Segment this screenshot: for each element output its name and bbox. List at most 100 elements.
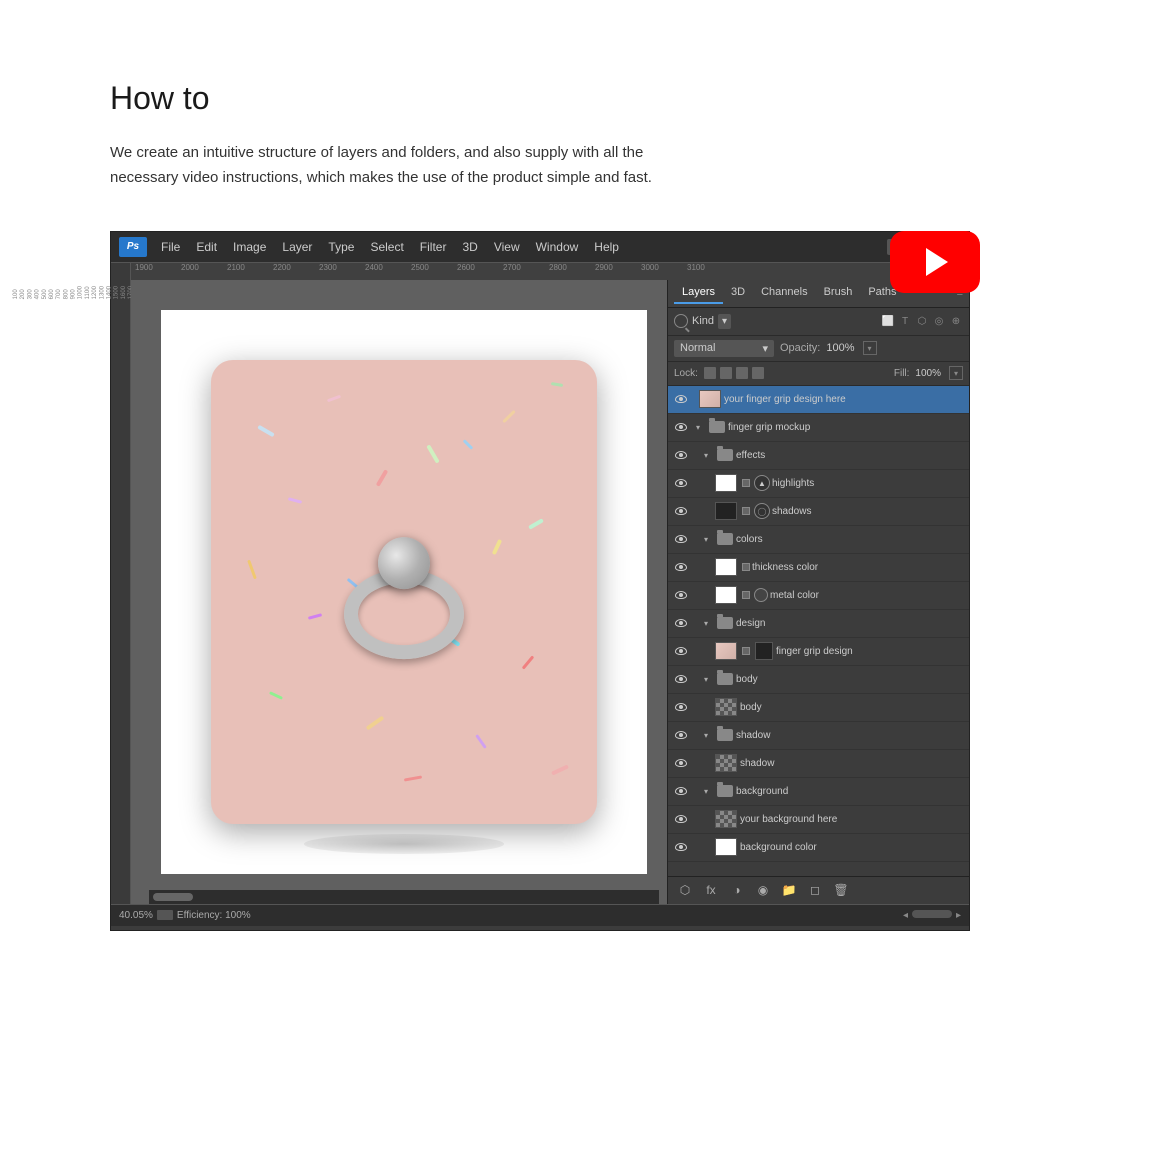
opacity-value: 100%: [826, 342, 854, 354]
layer-visibility-toggle[interactable]: [672, 446, 690, 464]
layer-name: shadow: [736, 730, 965, 741]
layer-link-icon: [742, 591, 750, 599]
layer-item-colors[interactable]: ▾ colors: [668, 526, 969, 554]
lock-position-icon[interactable]: [736, 367, 748, 379]
layer-item-shadow-folder[interactable]: ▾ shadow: [668, 722, 969, 750]
page-wrapper: How to We create an intuitive structure …: [0, 0, 1160, 1031]
tab-brush[interactable]: Brush: [816, 282, 861, 304]
opacity-label: Opacity:: [780, 342, 820, 354]
menu-filter[interactable]: Filter: [414, 238, 453, 256]
menu-select[interactable]: Select: [364, 238, 409, 256]
layer-visibility-toggle[interactable]: [672, 474, 690, 492]
fill-arrow-btn[interactable]: ▾: [949, 366, 963, 380]
link-layers-button[interactable]: ⬡: [676, 881, 694, 899]
prev-frame-button[interactable]: ◂: [903, 910, 908, 921]
blend-mode-dropdown[interactable]: Normal ▾: [674, 340, 774, 357]
layer-item-background-color[interactable]: background color: [668, 834, 969, 862]
layer-item-finger-grip-design-here[interactable]: your finger grip design here: [668, 386, 969, 414]
filter-pixel-icon[interactable]: ⬜: [881, 314, 895, 328]
layer-thumbnail: [715, 642, 737, 660]
panels-area: Layers 3D Channels Brush Paths ≡ Kind ▾: [667, 280, 969, 904]
menu-3d[interactable]: 3D: [456, 238, 483, 256]
layer-visibility-toggle[interactable]: [672, 390, 690, 408]
add-mask-button[interactable]: ◑: [728, 881, 746, 899]
layer-visibility-toggle[interactable]: [672, 642, 690, 660]
next-frame-button[interactable]: ▸: [956, 910, 961, 921]
menu-window[interactable]: Window: [530, 238, 585, 256]
layer-item-your-background-here[interactable]: your background here: [668, 806, 969, 834]
filter-vector-icon[interactable]: ⬡: [915, 314, 929, 328]
layer-item-finger-grip-design[interactable]: finger grip design: [668, 638, 969, 666]
layer-visibility-toggle[interactable]: [672, 698, 690, 716]
play-icon: [926, 248, 948, 276]
canvas-document: [161, 310, 647, 874]
layer-visibility-toggle[interactable]: [672, 726, 690, 744]
layer-visibility-toggle[interactable]: [672, 586, 690, 604]
menu-file[interactable]: File: [155, 238, 186, 256]
youtube-button[interactable]: [890, 231, 980, 293]
opacity-arrow-btn[interactable]: ▾: [863, 341, 877, 355]
layer-visibility-toggle[interactable]: [672, 502, 690, 520]
layer-visibility-toggle[interactable]: [672, 670, 690, 688]
lock-paint-icon[interactable]: [720, 367, 732, 379]
layer-item-background-folder[interactable]: ▾ background: [668, 778, 969, 806]
adjustment-button[interactable]: ◉: [754, 881, 772, 899]
layer-visibility-toggle[interactable]: [672, 558, 690, 576]
layer-mask-thumb: [755, 642, 773, 660]
ruler-tick: 2800: [549, 263, 595, 272]
tab-3d[interactable]: 3D: [723, 282, 753, 304]
folder-arrow[interactable]: ▾: [704, 619, 714, 628]
lock-transparent-icon[interactable]: [704, 367, 716, 379]
layer-visibility-toggle[interactable]: [672, 418, 690, 436]
layer-item-finger-grip-mockup[interactable]: ▾ finger grip mockup: [668, 414, 969, 442]
timeline-scrubber[interactable]: [912, 910, 952, 918]
menu-view[interactable]: View: [488, 238, 526, 256]
folder-arrow[interactable]: ▾: [704, 535, 714, 544]
filter-more-icon[interactable]: ⊕: [949, 314, 963, 328]
layer-item-effects[interactable]: ▾ effects: [668, 442, 969, 470]
delete-layer-button[interactable]: 🗑: [832, 881, 850, 899]
layer-item-shadow[interactable]: shadow: [668, 750, 969, 778]
filter-smart-icon[interactable]: ◎: [932, 314, 946, 328]
layer-item-design[interactable]: ▾ design: [668, 610, 969, 638]
layer-item-shadows[interactable]: ◯ shadows: [668, 498, 969, 526]
fx-button[interactable]: fx: [702, 881, 720, 899]
filter-text-icon[interactable]: T: [898, 314, 912, 328]
folder-arrow[interactable]: ▾: [704, 675, 714, 684]
layer-visibility-toggle[interactable]: [672, 754, 690, 772]
folder-arrow[interactable]: ▾: [704, 451, 714, 460]
menu-edit[interactable]: Edit: [190, 238, 223, 256]
kind-dropdown[interactable]: ▾: [718, 314, 731, 329]
menu-help[interactable]: Help: [588, 238, 625, 256]
layer-visibility-toggle[interactable]: [672, 614, 690, 632]
folder-arrow[interactable]: ▾: [696, 423, 706, 432]
menu-layer[interactable]: Layer: [276, 238, 318, 256]
layer-visibility-toggle[interactable]: [672, 782, 690, 800]
layer-name: design: [736, 618, 965, 629]
layer-item-highlights[interactable]: ▲ highlights: [668, 470, 969, 498]
tab-layers[interactable]: Layers: [674, 282, 723, 304]
layer-visibility-toggle[interactable]: [672, 530, 690, 548]
scrollbar-thumb-h[interactable]: [153, 893, 193, 901]
info-button[interactable]: [157, 910, 173, 920]
menu-image[interactable]: Image: [227, 238, 272, 256]
ruler-tick: 2900: [595, 263, 641, 272]
layer-item-body[interactable]: body: [668, 694, 969, 722]
lock-row: Lock: Fill: 100% ▾: [668, 362, 969, 386]
layer-name: thickness color: [752, 562, 965, 573]
menu-type[interactable]: Type: [322, 238, 360, 256]
new-group-button[interactable]: 📁: [780, 881, 798, 899]
tab-channels[interactable]: Channels: [753, 282, 815, 304]
layer-visibility-toggle[interactable]: [672, 810, 690, 828]
lock-all-icon[interactable]: [752, 367, 764, 379]
layer-visibility-toggle[interactable]: [672, 838, 690, 856]
folder-icon: [717, 617, 733, 629]
layer-item-thickness-color[interactable]: thickness color: [668, 554, 969, 582]
new-layer-button[interactable]: ◻: [806, 881, 824, 899]
horizontal-scrollbar: [149, 890, 659, 904]
layer-item-metal-color[interactable]: metal color: [668, 582, 969, 610]
layer-item-body-folder[interactable]: ▾ body: [668, 666, 969, 694]
kind-filter-icons: ⬜ T ⬡ ◎ ⊕: [881, 314, 963, 328]
folder-arrow[interactable]: ▾: [704, 731, 714, 740]
folder-arrow[interactable]: ▾: [704, 787, 714, 796]
